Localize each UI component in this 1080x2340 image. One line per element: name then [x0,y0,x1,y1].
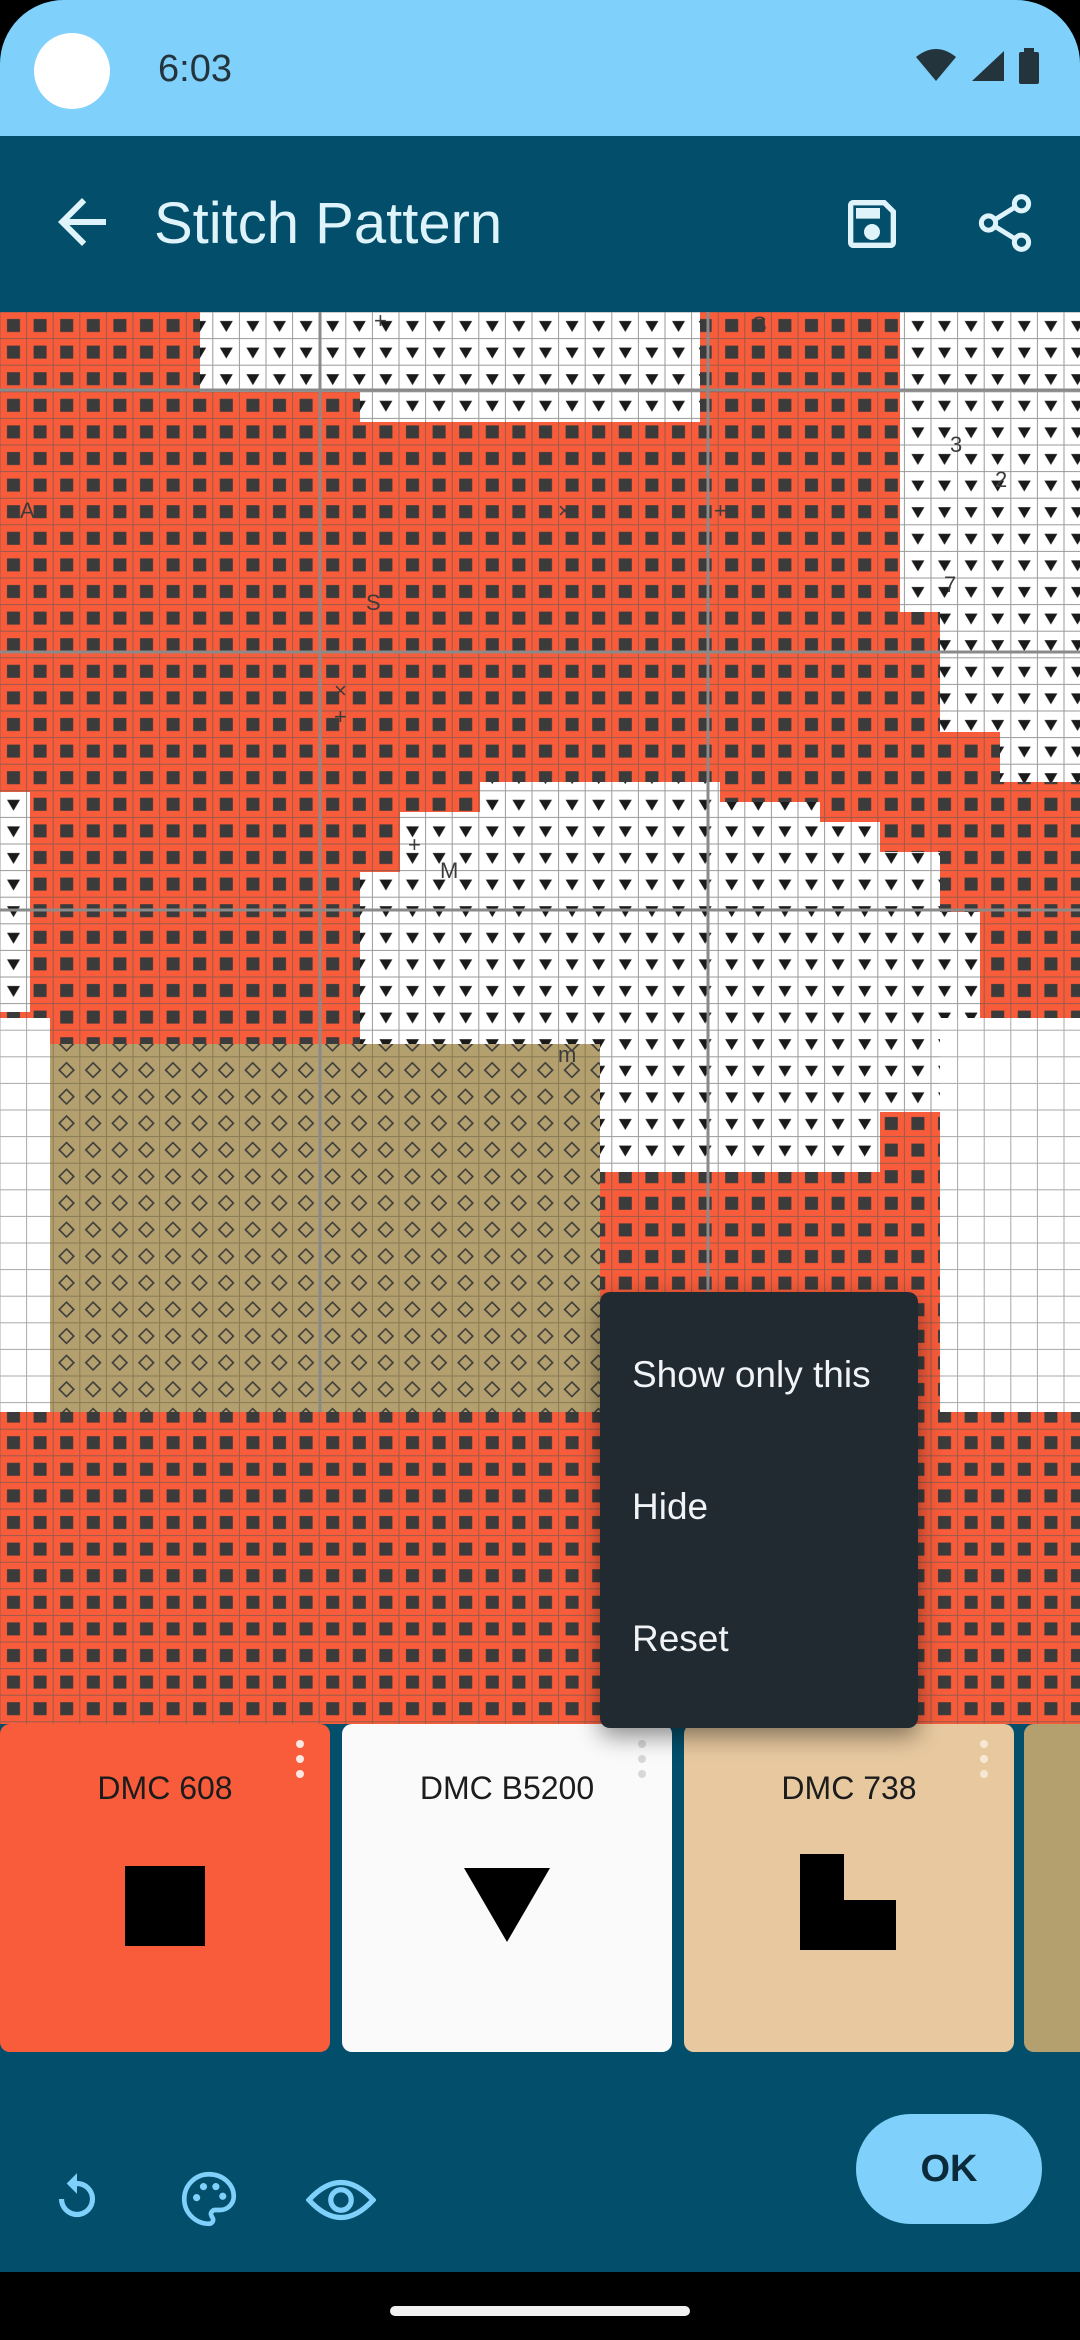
palette-card-dmc-608[interactable]: DMC 608 [0,1724,330,2052]
svg-text:+: + [408,832,421,857]
camera-cutout [34,33,110,109]
svg-text:2: 2 [995,467,1007,492]
palette-card-partial[interactable] [1024,1724,1080,2052]
svg-text:M: M [440,858,458,883]
battery-icon [1019,48,1039,84]
palette-card-dmc-738[interactable]: DMC 738 [684,1724,1014,2052]
phone-screen: 6:03 Stitch Pattern A S + × + S 7 3 2 × … [0,0,1080,2340]
palette-card-label: DMC 608 [97,1770,233,1806]
palette-card-label: DMC 738 [781,1770,917,1806]
menu-item-show-only-this[interactable]: Show only this [632,1354,871,1396]
svg-text:×: × [334,678,347,703]
blank-region-right [940,1018,1080,1412]
svg-text:3: 3 [950,432,962,457]
system-navigation-bar [0,2272,1080,2340]
back-arrow-icon[interactable] [46,186,118,258]
page-title: Stitch Pattern [154,191,503,256]
ok-button[interactable]: OK [856,2114,1042,2224]
tan-region [50,1044,600,1412]
cellular-signal-icon [972,51,1004,81]
status-time: 6:03 [158,48,232,90]
svg-text:+: + [334,704,347,729]
svg-text:A: A [20,498,35,523]
palette-icon[interactable] [176,2166,242,2232]
svg-text:S: S [366,590,381,615]
svg-text:+: + [374,312,387,333]
menu-item-hide[interactable]: Hide [632,1486,708,1528]
pattern-grid[interactable]: A S + × + S 7 3 2 × + + M m [0,312,1080,1724]
palette-context-menu: Show only this Hide Reset [600,1292,918,1728]
save-icon[interactable] [840,192,904,256]
share-icon[interactable] [972,190,1038,256]
wifi-icon [916,49,956,81]
svg-text:7: 7 [944,572,956,597]
svg-text:+: + [714,498,727,523]
palette-card-label: DMC B5200 [419,1770,595,1806]
triangle-symbol-icon [464,1868,550,1942]
stitch-pattern-canvas[interactable]: A S + × + S 7 3 2 × + + M m [0,312,1080,1724]
status-icons [914,48,1040,84]
svg-text:S: S [752,312,767,337]
bottom-action-bar: OK [0,2052,1080,2272]
menu-item-reset[interactable]: Reset [632,1618,729,1660]
square-symbol-icon [125,1866,205,1946]
eye-icon[interactable] [306,2170,376,2230]
app-bar: Stitch Pattern [0,136,1080,312]
reset-rotate-icon[interactable] [46,2168,108,2230]
l-shape-symbol-icon [800,1854,896,1950]
svg-text:×: × [558,498,571,523]
status-bar: 6:03 [0,0,1080,136]
home-handle[interactable] [390,2306,690,2316]
svg-text:m: m [558,1042,576,1067]
blank-region-left [0,1018,50,1412]
white-region-left [0,792,30,1012]
palette-card-dmc-b5200[interactable]: DMC B5200 [342,1724,672,2052]
